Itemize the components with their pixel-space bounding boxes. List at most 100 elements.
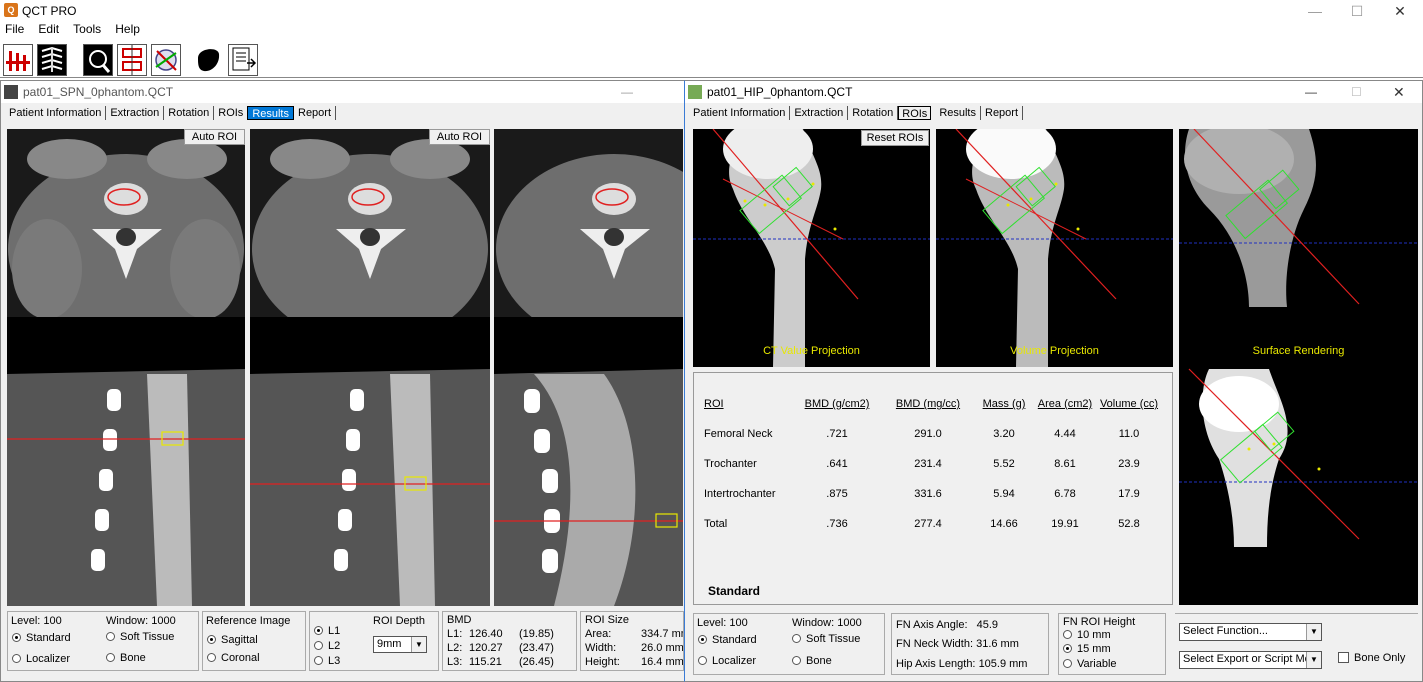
tab-results[interactable]: Results (935, 106, 981, 120)
close-button[interactable]: ✕ (1380, 0, 1420, 22)
level-label: Level: (697, 617, 727, 629)
reference-image-title: Reference Image (206, 615, 291, 627)
organ-icon[interactable] (194, 44, 224, 76)
menu-bar: File Edit Tools Help (0, 22, 1423, 40)
table-row: Trochanter .641 231.4 5.52 8.61 23.9 (704, 458, 1140, 470)
header-roi: ROI (704, 398, 724, 410)
export-icon[interactable] (228, 44, 258, 76)
tab-rois[interactable]: ROIs (898, 106, 932, 120)
menu-tools[interactable]: Tools (73, 22, 101, 36)
level-l1-radio[interactable]: L1 (314, 625, 340, 637)
toolbar (0, 42, 1423, 78)
header-volume: Volume (cc) (1099, 398, 1159, 410)
mode-localizer-radio[interactable]: Localizer (12, 653, 70, 665)
auto-roi-button[interactable]: Auto ROI (184, 129, 245, 145)
fn-roi-height-variable-radio[interactable]: Variable (1063, 658, 1117, 670)
reset-rois-button[interactable]: Reset ROIs (861, 130, 929, 146)
header-bmd-mgcc: BMD (mg/cc) (895, 398, 961, 410)
roi-results-panel: ROI BMD (g/cm2) BMD (mg/cc) Mass (g) Are… (693, 372, 1173, 605)
ct-value-projection-view[interactable]: Reset ROIs CT Value Projection (693, 129, 930, 367)
spine-window-titlebar: pat01_SPN_0phantom.QCT — (1, 81, 685, 103)
reference-image-panel: Reference Image Sagittal Coronal (202, 611, 306, 671)
bmd-title: BMD (447, 614, 472, 626)
header-mass: Mass (g) (982, 398, 1026, 410)
menu-file[interactable]: File (5, 22, 24, 36)
mode-standard-radio[interactable]: Standard (12, 632, 71, 644)
hip-display-panel: Level: 100 Window: 1000 Standard Soft Ti… (693, 613, 885, 675)
spine-minimize-button[interactable]: — (621, 81, 633, 103)
auto-roi-button[interactable]: Auto ROI (429, 129, 490, 145)
select-export-dropdown[interactable]: Select Export or Script Meth ▼ (1179, 651, 1322, 669)
roi-size-title: ROI Size (585, 614, 630, 626)
tab-report[interactable]: Report (981, 106, 1024, 120)
volume-projection-view[interactable]: Volume Projection (936, 129, 1173, 367)
tab-rois[interactable]: ROIs (214, 106, 247, 120)
level-value[interactable]: 100 (43, 615, 61, 627)
tab-rotation[interactable]: Rotation (848, 106, 899, 120)
fn-axis-panel: FN Axis Angle: 45.9 FN Neck Width: 31.6 … (891, 613, 1049, 675)
tab-patient-information[interactable]: Patient Information (5, 106, 107, 120)
tab-extraction[interactable]: Extraction (106, 106, 165, 120)
ct-view-l1[interactable]: Auto ROI (7, 129, 245, 606)
mode-soft-tissue-radio[interactable]: Soft Tissue (106, 631, 174, 643)
roi-depth-select[interactable]: 9mm ▼ (373, 636, 427, 653)
standard-label: Standard (708, 584, 761, 598)
calibration-icon[interactable] (117, 44, 147, 76)
mode-standard-radio[interactable]: Standard (698, 634, 757, 646)
tab-report[interactable]: Report (294, 106, 337, 120)
hip-tabs: Patient Information Extraction Rotation … (685, 103, 1422, 123)
level-l2-radio[interactable]: L2 (314, 640, 340, 652)
menu-help[interactable]: Help (115, 22, 140, 36)
level-value[interactable]: 100 (729, 617, 747, 629)
hip-axis-length-value: 105.9 mm (978, 658, 1028, 670)
hip-window: pat01_HIP_0phantom.QCT — ☐ ✕ Patient Inf… (684, 80, 1423, 682)
ct-view-l3[interactable] (494, 129, 683, 606)
select-function-dropdown[interactable]: Select Function... ▼ (1179, 623, 1322, 641)
ref-coronal-radio[interactable]: Coronal (207, 652, 260, 664)
bmd-values: L1: 126.40 (19.85) L2: 120.27 (23.47) L3: 115… (447, 628, 554, 668)
ct-view-l2[interactable]: Auto ROI (250, 129, 490, 606)
tab-rotation[interactable]: Rotation (164, 106, 215, 120)
fn-roi-height-10mm-radio[interactable]: 10 mm (1063, 629, 1111, 641)
mode-soft-tissue-radio[interactable]: Soft Tissue (792, 633, 860, 645)
roi-size-panel: ROI Size Area:334.7 mm Width:26.0 mm Hei… (580, 611, 684, 671)
table-row: Femoral Neck .721 291.0 3.20 4.44 11.0 (704, 428, 1140, 440)
fn-roi-height-title: FN ROI Height (1063, 616, 1136, 628)
header-bmd-gcm2: BMD (g/cm2) (804, 398, 870, 410)
function-panel: Select Function... ▼ Select Export or Scr… (1175, 613, 1418, 675)
surface-rendering-view[interactable]: Surface Rendering (1179, 129, 1418, 605)
mode-bone-radio[interactable]: Bone (106, 652, 146, 664)
roi-depth-title: ROI Depth (373, 615, 425, 627)
menu-edit[interactable]: Edit (38, 22, 59, 36)
ct-value-projection-caption: CT Value Projection (763, 345, 860, 357)
window-value[interactable]: 1000 (837, 617, 861, 629)
fn-roi-height-15mm-radio[interactable]: 15 mm (1063, 643, 1111, 655)
tab-extraction[interactable]: Extraction (790, 106, 849, 120)
network-icon[interactable] (151, 44, 181, 76)
spine-window-icon (4, 85, 18, 99)
fn-neck-width-value: 31.6 mm (976, 638, 1019, 650)
minimize-button[interactable]: — (1295, 0, 1335, 22)
hip-maximize-button[interactable]: ☐ (1351, 81, 1362, 103)
hip-minimize-button[interactable]: — (1305, 81, 1317, 103)
hip-close-button[interactable]: ✕ (1393, 81, 1405, 103)
tab-results[interactable]: Results (247, 106, 294, 120)
mode-localizer-radio[interactable]: Localizer (698, 655, 756, 667)
maximize-button[interactable]: ☐ (1337, 0, 1377, 22)
bone-only-checkbox[interactable]: Bone Only (1338, 652, 1405, 664)
roi-results-table: ROI BMD (g/cm2) BMD (mg/cc) Mass (g) Are… (704, 389, 1162, 539)
spine-measure-icon[interactable] (3, 44, 33, 76)
hip-window-icon (688, 85, 702, 99)
ribcage-icon[interactable] (37, 44, 67, 76)
zoom-icon[interactable] (83, 44, 113, 76)
level-l3-radio[interactable]: L3 (314, 655, 340, 667)
bmd-panel: BMD L1: 126.40 (19.85) L2: 120.27 (23.47) L3… (442, 611, 577, 671)
volume-projection-caption: Volume Projection (1010, 345, 1099, 357)
ref-sagittal-radio[interactable]: Sagittal (207, 634, 258, 646)
window-value[interactable]: 1000 (151, 615, 175, 627)
app-titlebar: Q QCT PRO — ☐ ✕ (0, 0, 1423, 22)
table-header-row: ROI BMD (g/cm2) BMD (mg/cc) Mass (g) Are… (704, 389, 1162, 419)
mode-bone-radio[interactable]: Bone (792, 655, 832, 667)
spine-display-panel: Level: 100 Window: 1000 Standard Soft Ti… (7, 611, 199, 671)
tab-patient-information[interactable]: Patient Information (689, 106, 791, 120)
